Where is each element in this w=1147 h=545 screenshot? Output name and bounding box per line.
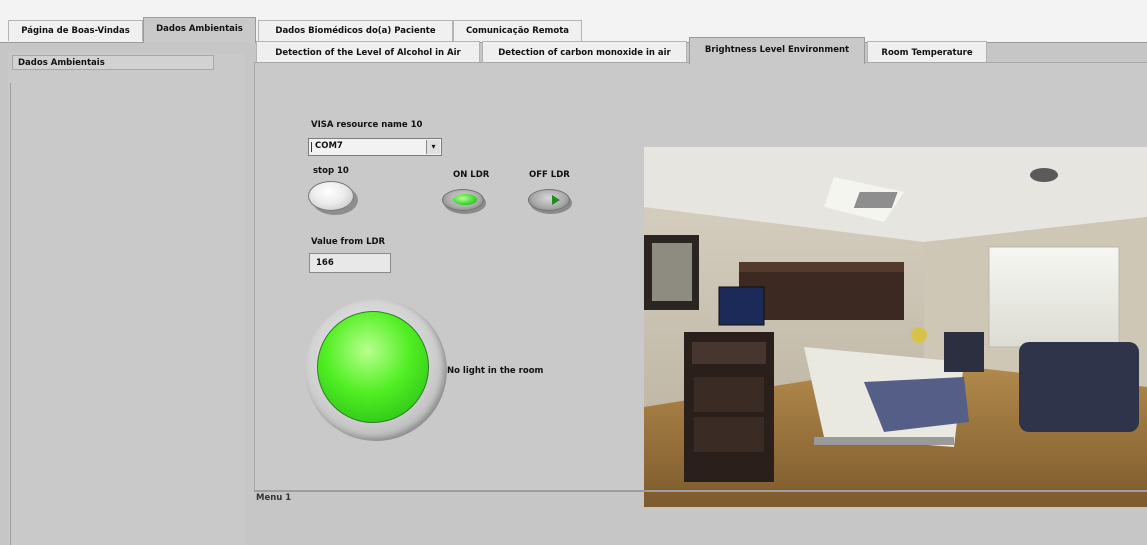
on-ldr-button[interactable]: [442, 189, 484, 211]
light-status-message: No light in the room: [447, 366, 544, 376]
off-ldr-button[interactable]: [528, 189, 570, 211]
visa-label: VISA resource name 10: [311, 120, 423, 130]
led-indicator-icon: [453, 194, 477, 205]
ldr-value: 166: [316, 258, 334, 268]
light-indicator: [305, 299, 447, 441]
tab-boas-vindas[interactable]: Página de Boas-Vindas: [8, 20, 143, 41]
room-photo: [644, 147, 1147, 507]
light-bulb-icon: [317, 311, 429, 423]
stop-label: stop 10: [313, 166, 349, 176]
play-arrow-icon: [552, 195, 560, 205]
tab-dados-ambientais[interactable]: Dados Ambientais: [143, 17, 256, 43]
ldr-value-field: 166: [309, 253, 391, 273]
inner-tab-strip: Detection of the Level of Alcohol in Air…: [254, 37, 1147, 64]
value-label: Value from LDR: [311, 237, 386, 247]
tab-carbon-monoxide[interactable]: Detection of carbon monoxide in air: [482, 41, 687, 63]
left-sidebar: [8, 53, 246, 545]
hospital-room-illustration: [644, 147, 1147, 507]
bottom-divider: [254, 490, 1147, 492]
off-ldr-label: OFF LDR: [529, 170, 570, 180]
visa-resource-select[interactable]: COM7 ▾: [308, 138, 442, 156]
on-ldr-label: ON LDR: [453, 170, 490, 180]
stop-button[interactable]: [308, 181, 354, 211]
menu-label: Menu 1: [256, 493, 292, 503]
left-panel-title: Dados Ambientais: [12, 55, 214, 70]
tab-brightness[interactable]: Brightness Level Environment: [689, 37, 865, 64]
tab-alcohol[interactable]: Detection of the Level of Alcohol in Air: [256, 41, 480, 63]
visa-value: COM7: [315, 141, 343, 151]
dropdown-arrow-icon[interactable]: ▾: [426, 140, 440, 154]
divider: [10, 83, 11, 545]
tab-room-temperature[interactable]: Room Temperature: [867, 41, 987, 63]
